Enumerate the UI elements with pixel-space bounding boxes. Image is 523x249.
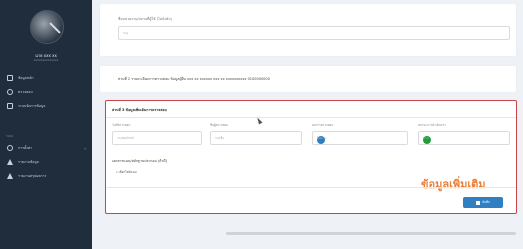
- clock-icon: [7, 89, 13, 95]
- grid-icon: [7, 75, 13, 81]
- sidebar-item-label: รายงานสรุปผลการ: [18, 174, 47, 178]
- sidebar-item-settings[interactable]: การตั้งค่า ›: [0, 142, 92, 154]
- sidebar-item-label: ข้อมูลหลัก: [18, 76, 34, 80]
- annotation-text: ข้อมูลเพิ่มเติม: [421, 179, 486, 191]
- top-field-placeholder: ระบุ: [123, 31, 129, 35]
- top-field-label: ชื่อหน่วยงาน/สถานที่ผู้ใช้ (ไม่บังคับ): [118, 17, 172, 21]
- settings-icon: [7, 145, 13, 151]
- section-3-title: ส่วนที่ 3 ข้อมูลเพิ่มเติมการตรวจสอบ: [112, 108, 167, 112]
- sidebar-section-title: ระบบ: [6, 134, 14, 138]
- avatar: [30, 10, 64, 44]
- sidebar-item-label: การตั้งค่า: [18, 146, 33, 150]
- sidebar-item-report[interactable]: รายงานข้อมูล: [0, 156, 92, 168]
- sidebar-item-manage[interactable]: ระบบจัดการข้อมูล: [0, 100, 92, 112]
- sidebar-item-label: รายงานข้อมูล: [18, 160, 39, 164]
- upload-link-text: เลือกไฟล์แนบ: [118, 170, 137, 174]
- section-2-text: ส่วนที่ 2 รายละเอียดการตรวจสอบ ข้อมูลผู้…: [118, 77, 270, 81]
- warning-icon: [7, 159, 13, 165]
- field-date-label: วันที่ตรวจสอบ: [112, 123, 131, 127]
- sidebar-item-label: ตรวจสอบ: [18, 90, 33, 94]
- field-status-label: สถานะการดำเนินการ: [418, 123, 446, 127]
- result-select[interactable]: ไม่ผ่าน ▾: [312, 131, 408, 145]
- warning-icon: [7, 173, 13, 179]
- divider: [106, 117, 516, 118]
- sidebar-item-main[interactable]: ข้อมูลหลัก: [0, 72, 92, 84]
- top-field-input[interactable]: ระบุ: [118, 26, 510, 40]
- user-subtitle: xxxxxxxxxxxxxx: [33, 58, 59, 62]
- status-select[interactable]: ผ่าน ▾: [418, 131, 510, 145]
- chevron-down-icon: ▾: [317, 136, 319, 140]
- divider: [106, 187, 516, 188]
- save-button[interactable]: บันทึก: [463, 197, 503, 208]
- section-3-card: ส่วนที่ 3 ข้อมูลเพิ่มเติมการตรวจสอบ วันท…: [105, 100, 517, 214]
- sidebar-item-check[interactable]: ตรวจสอบ: [0, 86, 92, 98]
- chevron-right-icon: ›: [84, 145, 86, 151]
- inspector-input[interactable]: ระบุชื่อ: [210, 131, 302, 145]
- field-result-label: ผลการตรวจสอบ: [312, 123, 334, 127]
- top-card: ชื่อหน่วยงาน/สถานที่ผู้ใช้ (ไม่บังคับ) ร…: [100, 4, 516, 56]
- sidebar: นาย xxx xx xxxxxxxxxxxxxx ข้อมูลหลัก ตรว…: [0, 0, 92, 249]
- chevron-down-icon: ▾: [423, 136, 425, 140]
- horizontal-scrollbar[interactable]: [226, 232, 516, 235]
- section-2-card: ส่วนที่ 2 รายละเอียดการตรวจสอบ ข้อมูลผู้…: [100, 66, 516, 92]
- upload-label: เอกสารแนบ/หลักฐานประกอบ (ถ้ามี): [112, 159, 167, 163]
- date-input-placeholder: วว/ดด/ปปปป: [117, 136, 134, 140]
- list-icon: [7, 103, 13, 109]
- upload-link[interactable]: ⌖ เลือกไฟล์แนบ: [116, 170, 137, 175]
- save-button-label: บันทึก: [482, 200, 490, 204]
- date-input[interactable]: วว/ดด/ปปปป: [112, 131, 202, 145]
- save-icon: [476, 200, 481, 205]
- field-inspector-label: ชื่อผู้ตรวจสอบ: [210, 123, 229, 127]
- sidebar-item-label: ระบบจัดการข้อมูล: [18, 104, 46, 108]
- inspector-input-placeholder: ระบุชื่อ: [215, 136, 224, 140]
- sidebar-item-summary[interactable]: รายงานสรุปผลการ: [0, 170, 92, 182]
